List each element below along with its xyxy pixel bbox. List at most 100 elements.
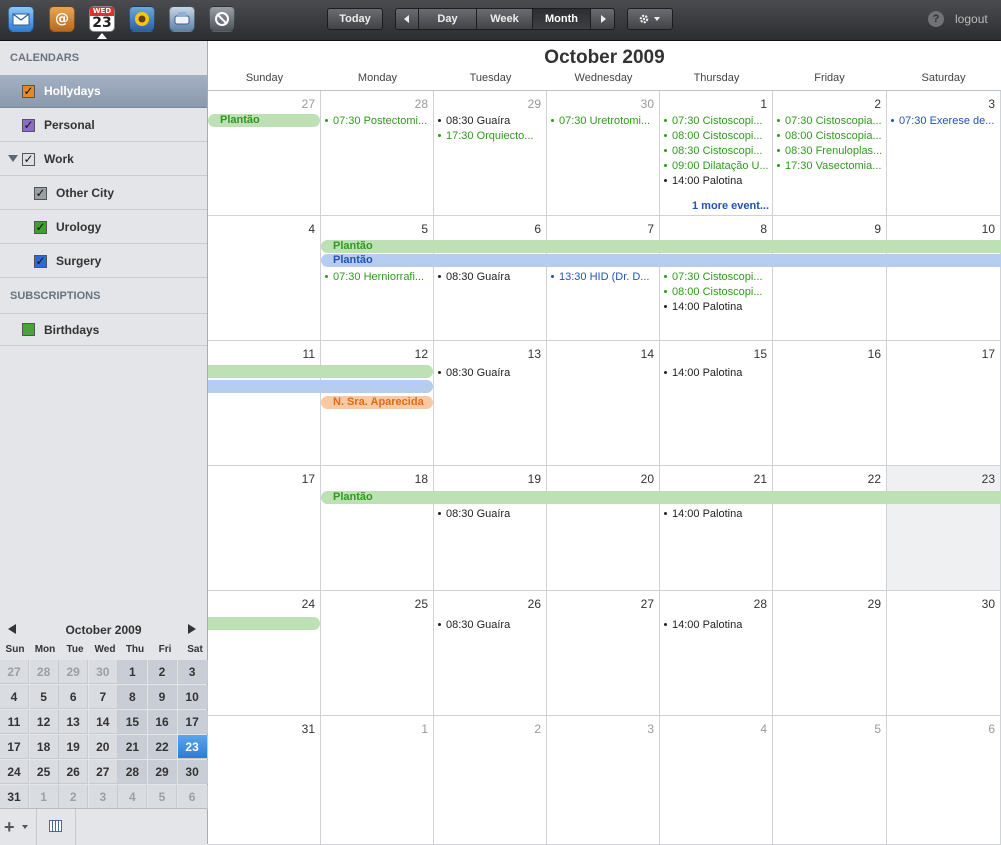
mini-day[interactable]: 30 (177, 760, 208, 784)
mini-day[interactable]: 30 (88, 660, 118, 684)
day-cell[interactable]: 2 (434, 716, 547, 845)
calendar-event[interactable]: 08:00 Cistoscopia... (777, 130, 883, 142)
multi-day-event[interactable]: N. Sra. Aparecida (321, 396, 433, 409)
logout-link[interactable]: logout (955, 12, 988, 26)
day-cell[interactable]: 28 (321, 91, 434, 216)
add-calendar-button[interactable]: + (4, 817, 15, 838)
mini-day[interactable]: 5 (29, 685, 59, 709)
week-view-button[interactable]: Week (477, 8, 533, 30)
day-cell[interactable]: 6 (887, 716, 1001, 845)
day-cell[interactable]: 31 (208, 716, 321, 845)
calendar-event[interactable]: 08:30 Guaíra (438, 619, 543, 631)
sidebar-item-work[interactable]: ✓ Work (0, 143, 207, 176)
day-cell[interactable]: 20 (547, 466, 660, 591)
day-cell[interactable]: 1 (321, 716, 434, 845)
mini-day[interactable]: 17 (0, 735, 29, 759)
mini-day[interactable]: 19 (59, 735, 89, 759)
calendar-event[interactable]: 07:30 Cistoscopia... (777, 115, 883, 127)
calendar-event[interactable]: 07:30 Exerese de... (891, 115, 997, 127)
day-cell[interactable]: 30 (547, 91, 660, 216)
mini-day[interactable]: 13 (59, 710, 89, 734)
multi-day-event[interactable]: Plantão (321, 254, 1001, 267)
mail-app-icon[interactable] (8, 6, 34, 32)
mini-day[interactable]: 15 (118, 710, 148, 734)
day-cell-today[interactable]: 23 (887, 466, 1001, 591)
calendar-event[interactable]: 17:30 Orquiecto... (438, 130, 543, 142)
mini-day[interactable]: 21 (118, 735, 148, 759)
multi-day-event[interactable] (208, 380, 433, 393)
mini-day[interactable]: 6 (59, 685, 89, 709)
mini-day[interactable]: 10 (177, 685, 208, 709)
mini-day[interactable]: 3 (88, 785, 118, 809)
mini-day[interactable]: 9 (148, 685, 177, 709)
mini-day[interactable]: 25 (29, 760, 59, 784)
checkbox-checked-icon[interactable]: ✓ (22, 84, 35, 98)
day-cell[interactable]: 3 (887, 91, 1001, 216)
mini-day[interactable]: 2 (59, 785, 89, 809)
mini-day[interactable]: 28 (29, 660, 59, 684)
calendar-event[interactable]: 08:30 Cistoscopi... (664, 145, 769, 157)
mini-day[interactable]: 22 (148, 735, 177, 759)
more-events-link[interactable]: 1 more event... (692, 200, 769, 212)
multi-day-event[interactable] (208, 365, 433, 378)
mini-day[interactable]: 14 (88, 710, 118, 734)
mini-day[interactable]: 29 (59, 660, 89, 684)
calendar-event[interactable]: 07:30 Cistoscopi... (664, 115, 769, 127)
settings-app-icon[interactable] (209, 6, 235, 32)
mini-day[interactable]: 7 (88, 685, 118, 709)
day-cell[interactable]: 30 (887, 591, 1001, 716)
checkbox-checked-icon[interactable]: ✓ (34, 186, 47, 200)
mini-day[interactable]: 11 (0, 710, 29, 734)
mini-day[interactable]: 20 (88, 735, 118, 759)
month-view-button[interactable]: Month (533, 8, 591, 30)
next-button[interactable] (591, 8, 615, 30)
action-menu-button[interactable] (627, 8, 673, 30)
calendar-event[interactable]: 07:30 Cistoscopi... (664, 271, 769, 283)
day-cell[interactable]: 15 (660, 341, 773, 466)
mini-day[interactable]: 17 (177, 710, 208, 734)
sidebar-item-birthdays[interactable]: Birthdays (0, 313, 207, 346)
day-cell[interactable]: 16 (773, 341, 887, 466)
help-icon[interactable]: ? (928, 11, 944, 27)
mini-day[interactable]: 2 (148, 660, 177, 684)
gallery-app-icon[interactable] (129, 6, 155, 32)
day-cell[interactable]: 10 (887, 216, 1001, 341)
multi-day-event[interactable]: Plantão (321, 240, 1001, 253)
mini-day-today[interactable]: 23 (177, 735, 208, 759)
disclosure-triangle-icon[interactable] (8, 155, 18, 162)
multi-day-event[interactable]: Plantão (321, 491, 1001, 504)
day-cell[interactable]: 29 (773, 591, 887, 716)
day-cell[interactable]: 24 (208, 591, 321, 716)
calendar-event[interactable]: 14:00 Palotina (664, 301, 769, 313)
checkbox-checked-icon[interactable]: ✓ (34, 254, 47, 268)
calendar-event[interactable]: 08:00 Cistoscopi... (664, 286, 769, 298)
mini-day[interactable]: 27 (88, 760, 118, 784)
calendar-event[interactable]: 14:00 Palotina (664, 175, 769, 187)
mini-day[interactable]: 24 (0, 760, 29, 784)
mini-day[interactable]: 31 (0, 785, 29, 809)
mini-day[interactable]: 3 (177, 660, 208, 684)
mini-day[interactable]: 4 (0, 685, 29, 709)
day-cell[interactable]: 13 (434, 341, 547, 466)
day-cell[interactable]: 17 (887, 341, 1001, 466)
day-cell[interactable]: 25 (321, 591, 434, 716)
calendar-event[interactable]: 08:30 Guaíra (438, 271, 543, 283)
day-cell[interactable]: 26 (434, 591, 547, 716)
day-cell[interactable]: 4 (208, 216, 321, 341)
day-cell[interactable]: 11 (208, 341, 321, 466)
mini-day[interactable]: 27 (0, 660, 29, 684)
sidebar-item-urology[interactable]: ✓ Urology (0, 211, 207, 244)
day-cell[interactable]: 17 (208, 466, 321, 591)
mini-day[interactable]: 12 (29, 710, 59, 734)
previous-button[interactable] (395, 8, 419, 30)
day-cell[interactable]: 29 (434, 91, 547, 216)
calendar-event[interactable]: 08:30 Frenuloplas... (777, 145, 883, 157)
sidebar-item-surgery[interactable]: ✓ Surgery (0, 245, 207, 278)
checkbox-checked-icon[interactable]: ✓ (34, 220, 47, 234)
day-cell[interactable]: 19 (434, 466, 547, 591)
contacts-app-icon[interactable]: @ (49, 6, 75, 32)
mini-day[interactable]: 26 (59, 760, 89, 784)
mini-day[interactable]: 1 (118, 660, 148, 684)
calendar-event[interactable]: 08:30 Guaíra (438, 367, 543, 379)
mini-next-arrow-icon[interactable] (188, 624, 196, 634)
